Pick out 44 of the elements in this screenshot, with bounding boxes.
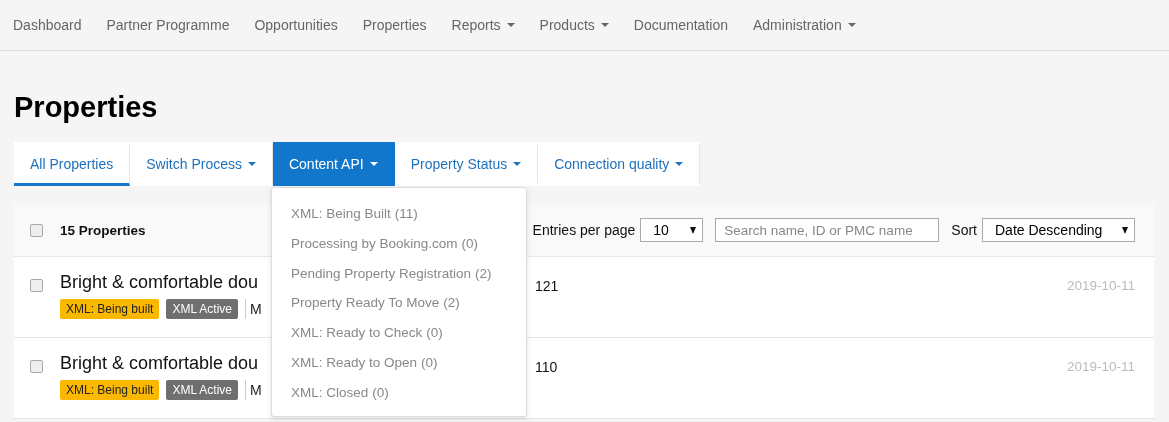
menu-item[interactable]: Property Ready To Move (2) [272, 288, 526, 319]
property-id: 110 [535, 359, 558, 375]
entries-select[interactable]: 10 [640, 218, 704, 242]
checkbox[interactable] [30, 223, 43, 237]
entries-label: Entries per page [532, 222, 636, 238]
nav-link[interactable]: Opportunities [254, 17, 338, 33]
nav-link[interactable]: Dashboard [13, 17, 82, 33]
caret-icon [506, 23, 515, 27]
nav-link[interactable]: Properties [362, 17, 427, 33]
menu-item[interactable]: Processing by Booking.com (0) [272, 228, 526, 259]
menu-item[interactable]: XML: Being Built (11) [272, 199, 526, 229]
page-title: Properties [14, 90, 159, 125]
caret-icon [600, 23, 609, 27]
caret-icon [513, 162, 522, 166]
status-tag: XML Active [166, 299, 238, 319]
filter-tab[interactable]: Content API [272, 142, 395, 186]
date-text: 2019-10-11 [1066, 278, 1135, 293]
caret-icon [369, 162, 378, 166]
nav-link[interactable]: Partner Programme [106, 17, 230, 33]
property-detail: M [249, 301, 262, 317]
caret-icon [675, 162, 684, 166]
menu-item[interactable]: XML: Closed (0) [272, 377, 526, 408]
caret-icon [847, 23, 856, 27]
sort-select[interactable]: Date Descending [982, 218, 1135, 242]
status-tag: XML: Being built [60, 299, 160, 319]
filter-tab[interactable]: All Properties [14, 142, 131, 186]
menu-item[interactable]: XML: Ready to Open (0) [272, 348, 526, 378]
search-field[interactable]: Search name, ID or PMC name [715, 218, 940, 242]
status-tag: XML: Being built [60, 380, 160, 400]
date-text: 2019-10-11 [1066, 359, 1135, 374]
nav-link[interactable]: Administration [753, 17, 856, 33]
nav-link[interactable]: Documentation [633, 17, 728, 33]
property-detail: M [249, 382, 262, 398]
menu-item[interactable]: XML: Ready to Check (0) [272, 318, 526, 348]
status-tag: XML Active [166, 380, 238, 400]
sort-label: Sort [951, 222, 977, 238]
checkbox[interactable] [30, 360, 43, 373]
checkbox[interactable] [30, 279, 43, 292]
property-id: 121 [535, 278, 559, 294]
nav-link[interactable]: Products [539, 17, 609, 33]
caret-icon [247, 162, 256, 166]
property-count: 15 Properties [60, 222, 146, 238]
menu-item[interactable]: Pending Property Registration (2) [272, 258, 526, 289]
nav-link[interactable]: Reports [451, 17, 515, 33]
